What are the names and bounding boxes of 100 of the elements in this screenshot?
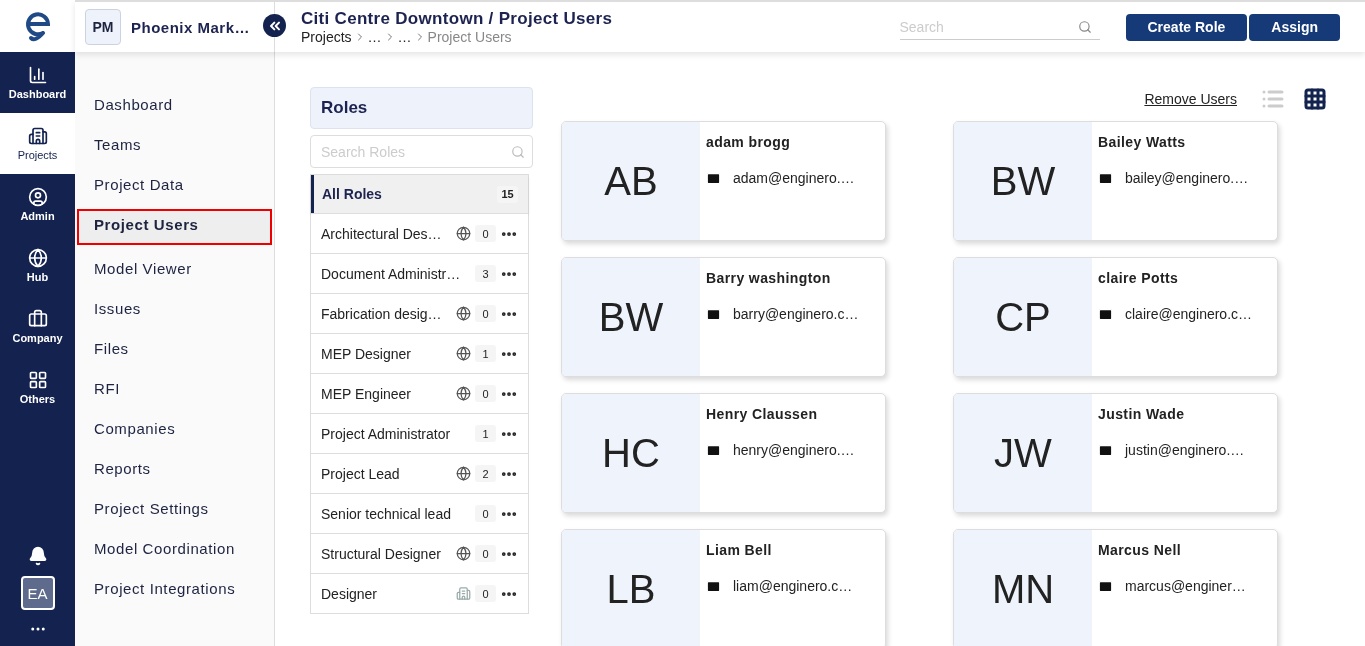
mail-icon bbox=[1098, 442, 1113, 458]
mail-icon bbox=[1098, 306, 1113, 322]
rail-item[interactable]: Company bbox=[0, 296, 75, 357]
user-initials: CP bbox=[954, 258, 1092, 376]
user-initials: AB bbox=[562, 122, 700, 240]
globe-icon bbox=[456, 346, 471, 361]
chart-icon bbox=[27, 65, 48, 85]
user-name: Liam Bell bbox=[706, 542, 773, 558]
user-avatar[interactable]: EA bbox=[20, 576, 55, 610]
mail-icon bbox=[706, 442, 721, 458]
breadcrumb-link[interactable]: Projects bbox=[301, 29, 352, 45]
user-initials: BW bbox=[954, 122, 1092, 240]
user-email: justin@enginero.… bbox=[1125, 442, 1245, 458]
globe-icon bbox=[456, 466, 471, 481]
mail-icon bbox=[1098, 578, 1113, 594]
building-icon bbox=[456, 586, 471, 601]
count-badge: 1 bbox=[475, 345, 496, 362]
user-card[interactable]: BW Barry washington barry@enginero.c… bbox=[561, 257, 886, 377]
user-initials: LB bbox=[562, 530, 700, 646]
breadcrumb-link[interactable]: Project Users bbox=[427, 29, 512, 45]
grid-icon bbox=[27, 370, 48, 390]
count-badge: 1 bbox=[475, 425, 496, 442]
count-badge: 3 bbox=[475, 265, 496, 282]
rail-item[interactable]: Hub bbox=[0, 235, 75, 296]
grid-view-button[interactable] bbox=[1303, 87, 1327, 111]
rail-item[interactable]: Dashboard bbox=[0, 52, 75, 113]
breadcrumb-link[interactable]: … bbox=[397, 29, 412, 45]
search-icon bbox=[1077, 20, 1092, 34]
user-email: marcus@enginer… bbox=[1125, 578, 1246, 594]
user-name: Justin Wade bbox=[1098, 406, 1186, 422]
count-badge: 15 bbox=[497, 185, 518, 203]
user-card[interactable]: MN Marcus Nell marcus@enginer… bbox=[953, 529, 1278, 646]
globe-icon bbox=[27, 248, 48, 268]
user-email: bailey@enginero.… bbox=[1125, 170, 1249, 186]
user-email: liam@enginero.c… bbox=[733, 578, 853, 594]
globe-icon bbox=[456, 546, 471, 561]
bell-icon[interactable] bbox=[27, 546, 48, 566]
roles-heading: Roles bbox=[310, 87, 533, 129]
user-card[interactable]: AB adam brogg adam@enginero.… bbox=[561, 121, 886, 241]
user-card[interactable]: BW Bailey Watts bailey@enginero.… bbox=[953, 121, 1278, 241]
count-badge: 2 bbox=[475, 465, 496, 482]
remove-users-link[interactable]: Remove Users bbox=[1144, 91, 1237, 107]
mail-icon bbox=[706, 306, 721, 322]
user-icon bbox=[27, 187, 48, 207]
sidebar-item[interactable]: Model Viewer bbox=[77, 253, 272, 285]
mail-icon bbox=[706, 578, 721, 594]
count-badge: 0 bbox=[475, 545, 496, 562]
briefcase-icon bbox=[27, 309, 48, 329]
rail-item[interactable]: Admin bbox=[0, 174, 75, 235]
user-name: Marcus Nell bbox=[1098, 542, 1182, 558]
sidebar-item[interactable]: Dashboard bbox=[77, 89, 272, 121]
user-card[interactable]: HC Henry Claussen henry@enginero.… bbox=[561, 393, 886, 513]
header-button[interactable]: Create Role bbox=[1125, 13, 1248, 41]
sidebar-item[interactable]: Companies bbox=[77, 413, 272, 445]
user-initials: MN bbox=[954, 530, 1092, 646]
sidebar-item[interactable]: Issues bbox=[77, 293, 272, 325]
rail-item[interactable]: Projects bbox=[0, 113, 75, 174]
user-email: adam@enginero.… bbox=[733, 170, 855, 186]
user-name: Barry washington bbox=[706, 270, 832, 286]
user-initials: HC bbox=[562, 394, 700, 512]
sidebar-item[interactable]: Project Settings bbox=[77, 493, 272, 525]
user-card[interactable]: JW Justin Wade justin@enginero.… bbox=[953, 393, 1278, 513]
user-name: Bailey Watts bbox=[1098, 134, 1187, 150]
sidebar-item[interactable]: Project Integrations bbox=[77, 573, 272, 605]
breadcrumb-link[interactable]: … bbox=[367, 29, 382, 45]
count-badge: 0 bbox=[475, 385, 496, 402]
user-name: adam brogg bbox=[706, 134, 792, 150]
user-card[interactable]: LB Liam Bell liam@enginero.c… bbox=[561, 529, 886, 646]
page-title: Citi Centre Downtown / Project Users bbox=[301, 9, 614, 29]
rail-item[interactable]: Others bbox=[0, 357, 75, 418]
sidebar-item[interactable]: Files bbox=[77, 333, 272, 365]
count-badge: 0 bbox=[475, 305, 496, 322]
project-name[interactable]: Phoenix Mark… bbox=[131, 18, 251, 36]
globe-icon bbox=[456, 226, 471, 241]
collapse-button[interactable] bbox=[263, 14, 286, 37]
mail-icon bbox=[1098, 170, 1113, 186]
role-item[interactable]: All Roles 15 bbox=[311, 175, 528, 213]
user-initials: BW bbox=[562, 258, 700, 376]
project-badge: PM bbox=[85, 9, 121, 45]
count-badge: 0 bbox=[475, 585, 496, 602]
sidebar-item[interactable]: RFI bbox=[77, 373, 272, 405]
user-name: Henry Claussen bbox=[706, 406, 819, 422]
mail-icon bbox=[706, 170, 721, 186]
sidebar-item[interactable]: Model Coordination bbox=[77, 533, 272, 565]
sidebar-item[interactable]: Reports bbox=[77, 453, 272, 485]
search-icon bbox=[511, 144, 525, 159]
sidebar-item[interactable]: Project Data bbox=[77, 169, 272, 201]
building-icon bbox=[27, 126, 48, 146]
sidebar-item[interactable]: Teams bbox=[77, 129, 272, 161]
user-card[interactable]: CP claire Potts claire@enginero.c… bbox=[953, 257, 1278, 377]
user-name: claire Potts bbox=[1098, 270, 1180, 286]
header-button[interactable]: Assign bbox=[1249, 13, 1340, 41]
user-email: claire@enginero.c… bbox=[1125, 306, 1253, 322]
count-badge: 0 bbox=[475, 225, 496, 242]
user-email: barry@enginero.c… bbox=[733, 306, 859, 322]
globe-icon bbox=[456, 386, 471, 401]
sidebar-item[interactable]: Project Users bbox=[77, 209, 272, 245]
user-initials: JW bbox=[954, 394, 1092, 512]
count-badge: 0 bbox=[475, 505, 496, 522]
globe-icon bbox=[456, 306, 471, 321]
